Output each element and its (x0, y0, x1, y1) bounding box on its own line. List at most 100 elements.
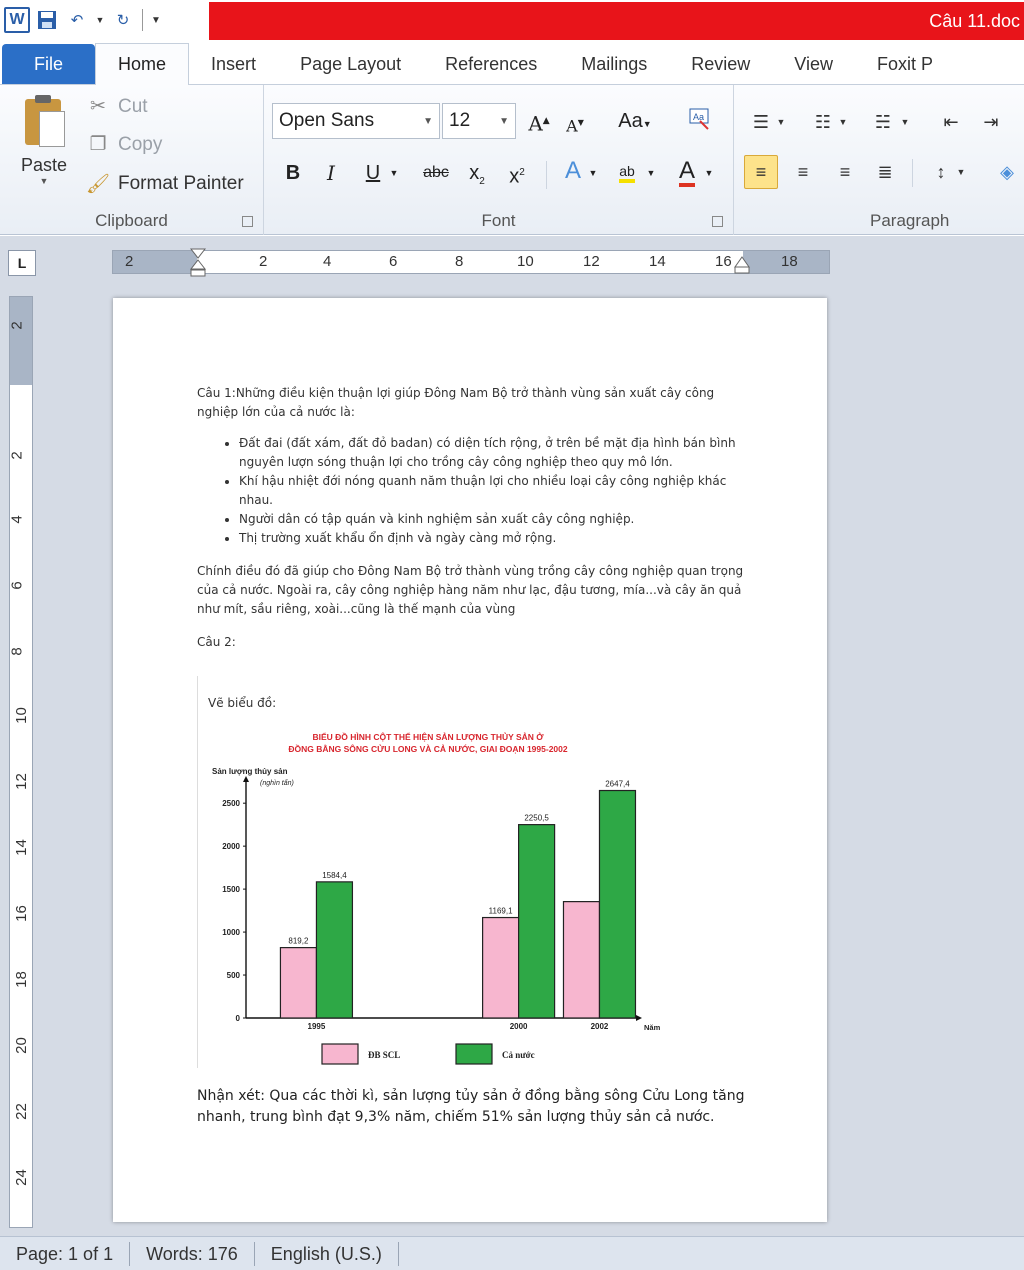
ruler-number: 14 (12, 839, 30, 856)
ruler-number: 2 (8, 321, 26, 330)
ribbon-tabs: File Home Insert Page Layout References … (0, 40, 1024, 85)
y-tick-label: 500 (227, 971, 241, 980)
word-logo-icon[interactable]: W (4, 7, 30, 33)
shading-icon[interactable]: ◈ (990, 155, 1024, 189)
status-bar: Page: 1 of 1 Words: 176 English (U.S.) (0, 1236, 1024, 1270)
tab-foxit[interactable]: Foxit P (855, 44, 933, 84)
highlight-icon[interactable]: ab (612, 155, 642, 187)
list-item: Thị trường xuất khẩu ổn định và ngày càn… (239, 529, 757, 548)
remark-paragraph: Nhận xét: Qua các thời kì, sản lượng tủy… (197, 1088, 745, 1125)
right-indent-marker-icon[interactable] (733, 255, 751, 275)
align-right-icon[interactable]: ≡ (828, 155, 862, 189)
ruler-number: 2 (259, 253, 268, 270)
page-count[interactable]: Page: 1 of 1 (0, 1241, 131, 1266)
customize-qat-icon[interactable]: ▼ (149, 7, 163, 33)
chart-bar (518, 824, 556, 1019)
vertical-ruler[interactable]: 2 2 4 6 8 10 12 14 16 18 20 22 24 (9, 296, 33, 1228)
language-indicator[interactable]: English (U.S.) (255, 1241, 399, 1266)
ruler-number: 10 (517, 253, 534, 270)
increase-indent-icon[interactable]: ⇥ (974, 105, 1008, 139)
x-axis-label: Năm (644, 1023, 661, 1032)
change-case-icon[interactable]: Aa▼ (614, 105, 656, 137)
tab-view[interactable]: View (772, 44, 855, 84)
multilevel-dropdown-icon[interactable]: ▼ (898, 105, 912, 139)
paragraph-separator (912, 159, 913, 187)
copy-icon: ❐ (89, 134, 107, 155)
superscript-icon[interactable]: x2 (502, 157, 532, 189)
legend-swatch (455, 1043, 493, 1065)
y-axis-arrow (243, 776, 249, 782)
multilevel-list-icon[interactable]: ☵ (866, 105, 900, 139)
paste-label: Paste (20, 155, 68, 175)
numbering-icon[interactable]: ☷ (806, 105, 840, 139)
save-icon[interactable] (34, 7, 60, 33)
chart-intro: Vẽ biểu đồ: (208, 696, 277, 710)
brush-icon: 🖌 (86, 174, 111, 195)
bullets-icon[interactable]: ☰ (744, 105, 778, 139)
bold-icon[interactable]: B (278, 157, 308, 189)
bullets-dropdown-icon[interactable]: ▼ (774, 105, 788, 139)
bar-value-label: 819,2 (288, 937, 309, 946)
italic-icon[interactable]: I (316, 157, 346, 189)
horizontal-ruler[interactable]: 2 2 4 6 8 10 12 14 16 18 (112, 247, 830, 277)
bullet-list: Đất đai (đất xám, đất đỏ badan) có diện … (239, 434, 757, 548)
text-effects-icon[interactable]: A (558, 155, 588, 187)
underline-icon[interactable]: U (358, 157, 388, 189)
font-group-label: Font (481, 211, 516, 230)
font-separator (546, 161, 547, 189)
ruler-number: 2 (8, 451, 26, 460)
ruler-number: 8 (8, 647, 26, 656)
shrink-font-icon[interactable]: A▼ (560, 107, 590, 139)
align-center-icon[interactable]: ≡ (786, 155, 820, 189)
tab-home[interactable]: Home (95, 43, 190, 85)
tab-references[interactable]: References (423, 44, 559, 84)
format-painter-button[interactable]: 🖌 Format Painter (86, 172, 244, 196)
align-left-icon[interactable]: ≡ (744, 155, 778, 189)
font-name-combo[interactable]: Open Sans ▼ (272, 103, 440, 139)
line-spacing-icon[interactable]: ↕ (924, 155, 958, 189)
justify-icon[interactable]: ≣ (868, 155, 902, 189)
font-launcher-icon[interactable] (712, 216, 723, 227)
font-color-icon[interactable]: A (672, 155, 702, 187)
strikethrough-icon[interactable]: abc (416, 157, 456, 189)
line-spacing-dropdown-icon[interactable]: ▼ (954, 155, 968, 189)
indent-marker-icon[interactable] (189, 247, 207, 277)
word-count[interactable]: Words: 176 (130, 1241, 255, 1266)
ruler-number: 4 (323, 253, 332, 270)
list-item: Đất đai (đất xám, đất đỏ badan) có diện … (239, 434, 757, 472)
question-1-intro: Câu 1:Những điều kiện thuận lợi giúp Đôn… (197, 386, 715, 419)
underline-dropdown-icon[interactable]: ▼ (386, 157, 402, 189)
font-group: Open Sans ▼ 12 ▼ A▲ A▼ Aa▼ Aa B I U ▼ ab… (264, 85, 734, 235)
copy-button[interactable]: ❐ Copy (86, 133, 162, 156)
clipboard-launcher-icon[interactable] (242, 216, 253, 227)
paragraph-group: ☰ ▼ ☷ ▼ ☵ ▼ ⇤ ⇥ ≡ ≡ ≡ ≣ ↕ ▼ ◈ Paragraph (734, 85, 1024, 235)
grow-font-icon[interactable]: A▲ (524, 105, 554, 137)
redo-icon[interactable]: ↻ (110, 7, 136, 33)
tab-page-layout[interactable]: Page Layout (278, 44, 423, 84)
paste-button[interactable]: Paste ▼ (14, 93, 74, 186)
undo-icon[interactable]: ↶ (64, 7, 90, 33)
document-page[interactable]: Câu 1:Những điều kiện thuận lợi giúp Đôn… (113, 298, 827, 1222)
y-tick-label: 1500 (222, 885, 240, 894)
undo-dropdown-icon[interactable]: ▼ (94, 7, 106, 33)
highlight-dropdown-icon[interactable]: ▼ (644, 157, 658, 189)
tab-selector-button[interactable]: L (8, 250, 36, 276)
chart-frame[interactable]: Vẽ biểu đồ: BIỂU ĐỒ HÌNH CỘT THỂ HIỆN SẢ… (197, 676, 667, 1068)
tab-file[interactable]: File (2, 44, 96, 84)
numbering-dropdown-icon[interactable]: ▼ (836, 105, 850, 139)
ruler-number: 2 (125, 253, 134, 270)
legend-label: ĐB SCL (368, 1050, 400, 1060)
clear-formatting-icon[interactable]: Aa (684, 105, 714, 137)
cut-button[interactable]: ✂ Cut (86, 95, 148, 118)
tab-mailings[interactable]: Mailings (559, 44, 669, 84)
decrease-indent-icon[interactable]: ⇤ (934, 105, 968, 139)
tab-insert[interactable]: Insert (189, 44, 278, 84)
subscript-icon[interactable]: x2 (462, 157, 492, 189)
text-effects-dropdown-icon[interactable]: ▼ (586, 157, 600, 189)
font-size-combo[interactable]: 12 ▼ (442, 103, 516, 139)
document-body[interactable]: Câu 1:Những điều kiện thuận lợi giúp Đôn… (197, 384, 757, 666)
font-color-dropdown-icon[interactable]: ▼ (702, 157, 716, 189)
tab-review[interactable]: Review (669, 44, 772, 84)
qat-separator (142, 9, 143, 31)
ruler-number: 8 (455, 253, 464, 270)
